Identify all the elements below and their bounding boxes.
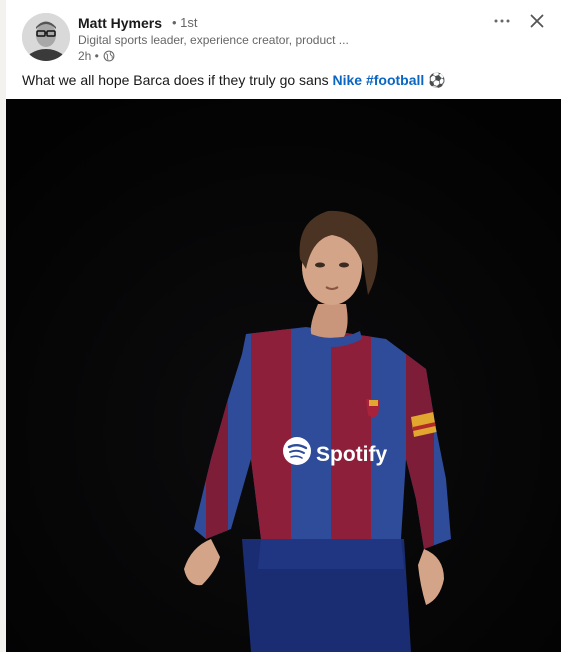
hashtag-link[interactable]: #football	[366, 72, 424, 88]
ellipsis-icon	[494, 19, 510, 23]
globe-icon	[103, 50, 115, 62]
author-name[interactable]: Matt Hymers	[78, 15, 162, 31]
post-header: Matt Hymers • 1st Digital sports leader,…	[6, 0, 561, 70]
post-time: 2h •	[78, 49, 99, 63]
post-card: Matt Hymers • 1st Digital sports leader,…	[6, 0, 561, 652]
avatar[interactable]	[22, 13, 70, 61]
close-icon	[530, 14, 544, 28]
post-image[interactable]: Spotify	[6, 99, 561, 652]
post-body: What we all hope Barca does if they trul…	[22, 72, 446, 89]
post-meta: 2h •	[78, 49, 115, 63]
more-options-button[interactable]	[490, 10, 514, 32]
connection-degree: • 1st	[172, 15, 198, 30]
dismiss-post-button[interactable]	[525, 10, 549, 32]
sponsor-text: Spotify	[316, 443, 387, 466]
post-text: What we all hope Barca does if they trul…	[22, 72, 333, 88]
football-emoji: ⚽	[428, 72, 446, 88]
author-headline: Digital sports leader, experience creato…	[78, 33, 349, 47]
player-photo: Spotify	[6, 99, 561, 652]
mention-link[interactable]: Nike	[333, 72, 363, 88]
